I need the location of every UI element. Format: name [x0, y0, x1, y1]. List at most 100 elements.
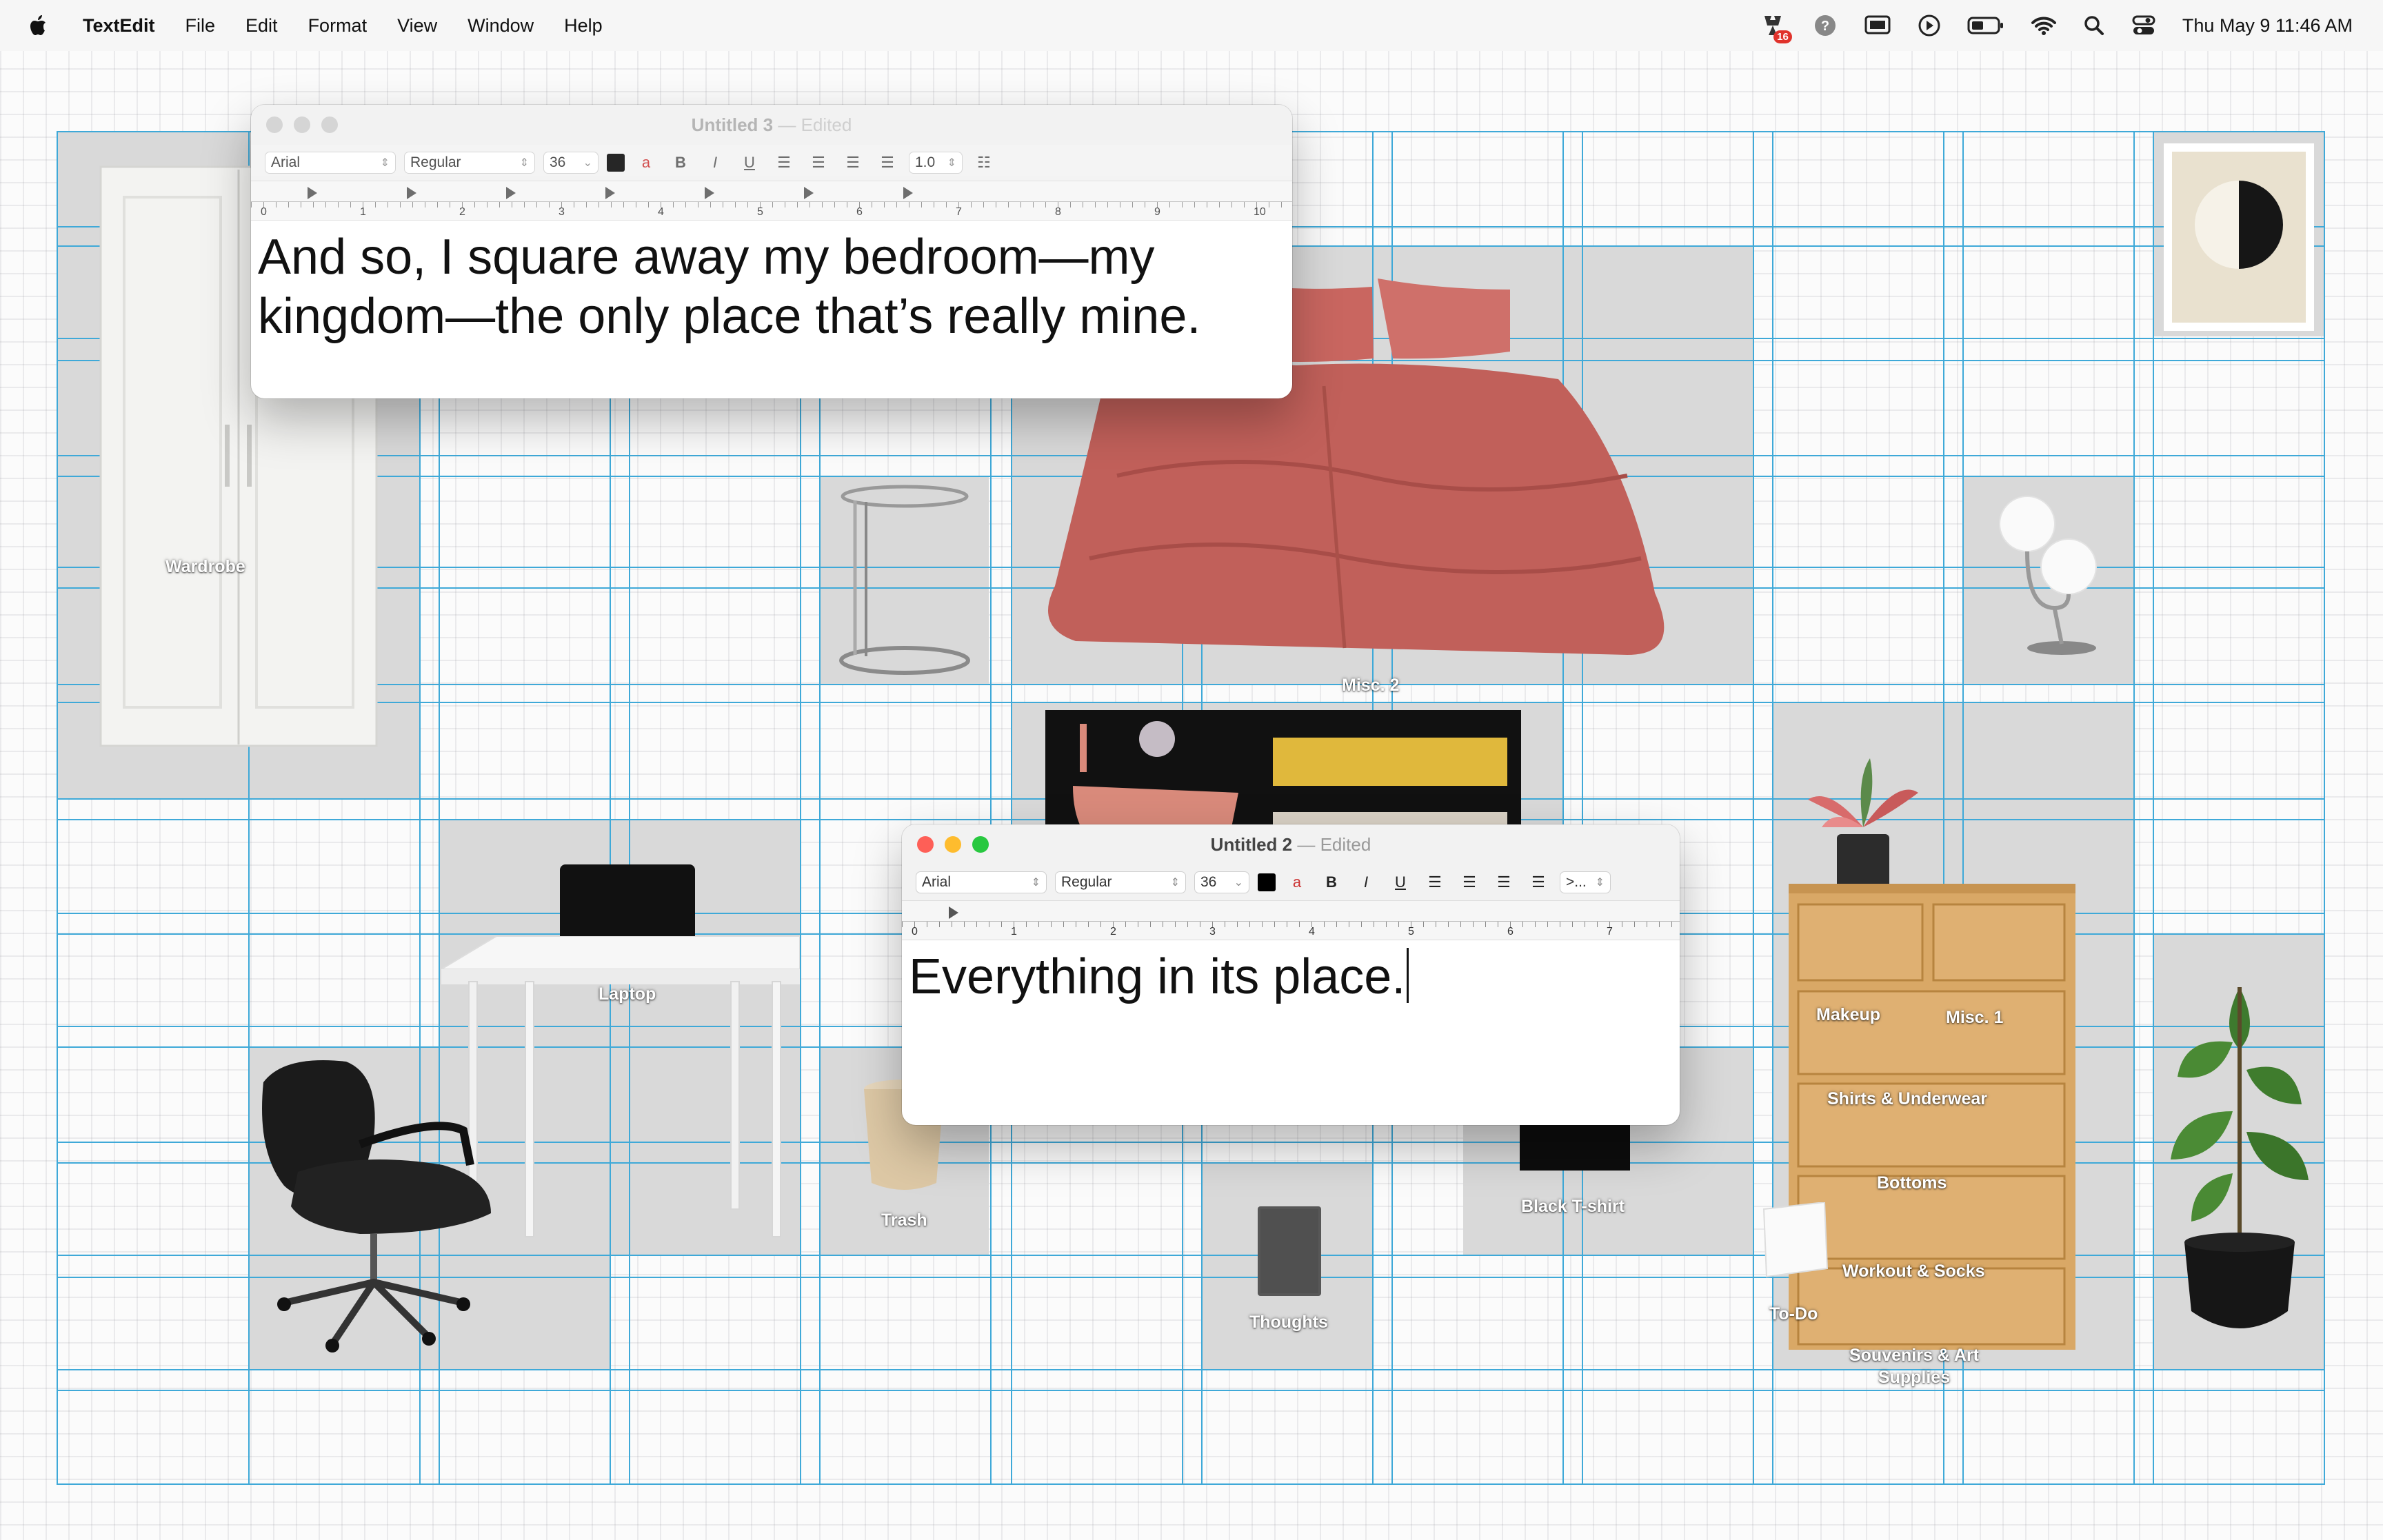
status-area: 16 ? Thu May 9 11:46 AM [1759, 0, 2353, 51]
battery-icon[interactable] [1967, 15, 2004, 36]
help-icon[interactable]: ? [1813, 13, 1838, 38]
minimize-button[interactable] [294, 116, 310, 133]
bottoms-label: Bottoms [1877, 1173, 1947, 1193]
fiddle-plant-image[interactable] [2164, 960, 2315, 1352]
ruler-number: 6 [856, 206, 863, 218]
tab-stop-marker[interactable] [705, 187, 714, 199]
svg-text:?: ? [1821, 19, 1829, 34]
menu-help[interactable]: Help [564, 15, 603, 37]
textedit-window-untitled-2[interactable]: Untitled 2 — Edited Arial ⇕ Regular ⇕ 36 ⌄ … [902, 824, 1680, 1125]
zoom-button[interactable] [972, 836, 989, 853]
document-text-area[interactable]: Everything in its place. [902, 940, 1680, 1013]
text-color-swatch[interactable] [607, 154, 625, 172]
ruler-number: 1 [1011, 926, 1017, 938]
window-title: Untitled 2 [1210, 834, 1293, 855]
tab-stop-marker[interactable] [903, 187, 913, 199]
lamp-image[interactable] [1986, 491, 2110, 663]
justify-icon[interactable]: ☰ [874, 154, 901, 172]
document-text-area[interactable]: And so, I square away my bedroom—my king… [251, 221, 1292, 353]
side-table-image[interactable] [834, 483, 975, 678]
font-family-select[interactable]: Arial ⇕ [265, 152, 396, 174]
align-left-icon[interactable]: ☰ [1422, 873, 1448, 891]
highlight-color-icon[interactable]: a [633, 154, 659, 172]
menu-file[interactable]: File [185, 15, 216, 37]
small-plant-image[interactable] [1801, 758, 1925, 889]
ruler[interactable]: 0 1 2 3 4 5 6 7 [902, 901, 1680, 940]
ruler-scale [902, 921, 1680, 937]
menu-clock[interactable]: Thu May 9 11:46 AM [2182, 15, 2353, 37]
menu-edit[interactable]: Edit [245, 15, 278, 37]
tab-stop-marker[interactable] [407, 187, 416, 199]
titlebar[interactable]: Untitled 2 — Edited [902, 824, 1680, 864]
ruler[interactable]: 0 1 2 3 4 5 6 7 8 9 10 [251, 181, 1292, 221]
line-spacing-select[interactable]: 1.0 ⇕ [909, 152, 963, 174]
underline-icon[interactable]: U [1387, 873, 1414, 891]
list-icon[interactable]: ☷ [971, 154, 997, 172]
list-style-select[interactable]: >... ⇕ [1560, 871, 1611, 893]
justify-icon[interactable]: ☰ [1525, 873, 1551, 891]
align-center-icon[interactable]: ☰ [1456, 873, 1482, 891]
close-button[interactable] [917, 836, 934, 853]
screen-mirroring-icon[interactable] [1864, 14, 1891, 37]
poster-image[interactable] [2164, 143, 2314, 331]
tab-stop-marker[interactable] [949, 906, 958, 919]
ruler-number: 4 [1309, 926, 1315, 938]
font-size-select[interactable]: 36 ⌄ [1194, 871, 1249, 893]
align-center-icon[interactable]: ☰ [805, 154, 832, 172]
highlight-color-icon[interactable]: a [1284, 873, 1310, 891]
grid-line [57, 684, 2325, 685]
thoughts-label: Thoughts [1249, 1313, 1328, 1332]
play-icon[interactable] [1918, 14, 1941, 37]
textedit-window-untitled-3[interactable]: Untitled 3 — Edited Arial ⇕ Regular ⇕ 36 ⌄ … [251, 105, 1292, 398]
todo-note-image[interactable] [1761, 1202, 1830, 1278]
text-color-swatch[interactable] [1258, 873, 1276, 891]
app-menu-textedit[interactable]: TextEdit [83, 15, 155, 37]
font-style-value: Regular [410, 154, 461, 170]
tab-stop-marker[interactable] [506, 187, 516, 199]
align-right-icon[interactable]: ☰ [1491, 873, 1517, 891]
ruler-number: 3 [1209, 926, 1216, 938]
format-toolbar: Arial ⇕ Regular ⇕ 36 ⌄ a B I U ☰ ☰ ☰ ☰ 1.0 ⇕… [251, 145, 1292, 181]
underline-icon[interactable]: U [736, 154, 763, 172]
bold-icon[interactable]: B [1318, 873, 1345, 891]
bold-icon[interactable]: B [667, 154, 694, 172]
ruler-number: 4 [658, 206, 664, 218]
font-size-value: 36 [1200, 874, 1217, 890]
tab-stop-marker[interactable] [605, 187, 615, 199]
tab-stop-marker[interactable] [308, 187, 317, 199]
italic-icon[interactable]: I [1353, 873, 1379, 891]
tshirt-image[interactable] [1520, 1121, 1630, 1171]
makeup-label: Makeup [1816, 1005, 1881, 1024]
italic-icon[interactable]: I [702, 154, 728, 172]
chair-image[interactable] [257, 1055, 498, 1365]
tab-stop-marker[interactable] [804, 187, 814, 199]
close-button[interactable] [266, 116, 283, 133]
grid-line [2133, 131, 2135, 1485]
grid-line [2324, 131, 2325, 1485]
grid-line [57, 1390, 2325, 1391]
font-family-select[interactable]: Arial ⇕ [916, 871, 1047, 893]
menu-view[interactable]: View [397, 15, 437, 37]
trash-label: Trash [881, 1210, 927, 1230]
font-style-select[interactable]: Regular ⇕ [404, 152, 535, 174]
font-style-select[interactable]: Regular ⇕ [1055, 871, 1186, 893]
apple-icon[interactable] [25, 12, 52, 39]
zoom-button[interactable] [321, 116, 338, 133]
minimize-button[interactable] [945, 836, 961, 853]
misc1-label: Misc. 1 [1946, 1008, 2004, 1027]
font-size-select[interactable]: 36 ⌄ [543, 152, 599, 174]
titlebar[interactable]: Untitled 3 — Edited [251, 105, 1292, 145]
control-center-icon[interactable] [2131, 14, 2156, 37]
notification-app-icon[interactable]: 16 [1759, 12, 1792, 43]
wardrobe-label: Wardrobe [165, 557, 245, 576]
edited-status: Edited [1320, 834, 1371, 855]
search-icon[interactable] [2083, 14, 2105, 37]
menu-format[interactable]: Format [308, 15, 368, 37]
wifi-icon[interactable] [2031, 15, 2057, 36]
window-title: Untitled 3 [691, 114, 774, 135]
text-caret [1407, 948, 1409, 1003]
notebook-image[interactable] [1258, 1206, 1321, 1296]
align-right-icon[interactable]: ☰ [840, 154, 866, 172]
menu-window[interactable]: Window [467, 15, 534, 37]
align-left-icon[interactable]: ☰ [771, 154, 797, 172]
